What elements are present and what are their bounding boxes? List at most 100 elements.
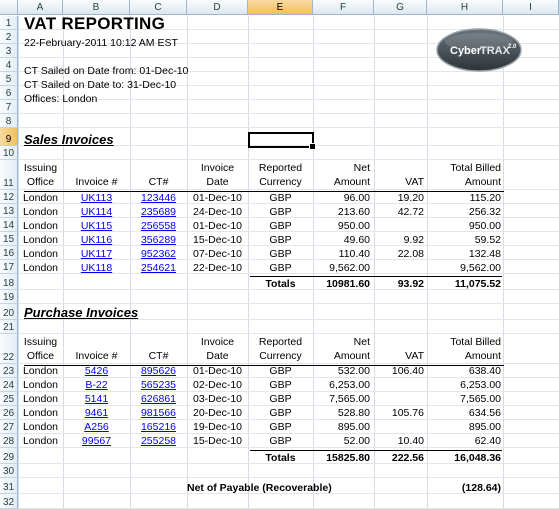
row-header[interactable]: 23 (0, 364, 18, 378)
row-header[interactable]: 32 (0, 494, 18, 509)
currency-cell: GBP (269, 206, 292, 218)
total-cell: 62.40 (474, 435, 501, 447)
net-cell: 96.00 (343, 192, 370, 204)
ct-cell[interactable]: 235689 (130, 206, 187, 219)
report-datetime: 22-February-2011 10:12 AM EST (24, 37, 178, 49)
net-cell: 49.60 (343, 234, 370, 246)
row-header[interactable]: 31 (0, 478, 18, 494)
header-date-line2: Date (206, 350, 229, 362)
column-header-a[interactable]: A (18, 0, 63, 15)
vat-cell: 10.40 (397, 435, 424, 447)
total-cell: 7,565.00 (460, 393, 501, 405)
invoice-cell[interactable]: 9461 (63, 407, 130, 420)
row-header[interactable]: 26 (0, 406, 18, 420)
ct-cell[interactable]: 165216 (130, 421, 187, 434)
row-header[interactable]: 20 (0, 304, 18, 320)
row-header[interactable]: 21 (0, 320, 18, 334)
date-from-line: CT Sailed on Date from: 01-Dec-10 (24, 65, 189, 77)
row-header[interactable]: 22 (0, 334, 18, 364)
office-cell: London (22, 393, 59, 405)
office-cell: London (22, 365, 59, 377)
date-cell: 02-Dec-10 (192, 379, 243, 391)
row-header[interactable]: 8 (0, 114, 18, 128)
invoice-cell[interactable]: 5426 (63, 365, 130, 378)
ct-cell[interactable]: 981566 (130, 407, 187, 420)
fill-handle[interactable] (309, 143, 316, 150)
row-header[interactable]: 2 (0, 30, 18, 44)
total-cell: 634.56 (468, 407, 501, 419)
invoice-cell[interactable]: UK113 (63, 192, 130, 205)
ct-cell[interactable]: 256558 (130, 220, 187, 233)
row-header[interactable]: 11 (0, 160, 18, 190)
row-header[interactable]: 30 (0, 464, 18, 478)
column-header-b[interactable]: B (63, 0, 130, 15)
invoice-cell[interactable]: B-22 (63, 379, 130, 392)
ct-cell[interactable]: 356289 (130, 234, 187, 247)
row-header[interactable]: 29 (0, 448, 18, 464)
row-header[interactable]: 3 (0, 44, 18, 58)
active-cell-e9[interactable] (248, 132, 316, 150)
invoice-cell[interactable]: A256 (63, 421, 130, 434)
date-cell: 22-Dec-10 (192, 262, 243, 274)
row-header[interactable]: 27 (0, 420, 18, 434)
vat-cell: 22.08 (397, 248, 424, 260)
vat-total: 222.56 (391, 452, 424, 464)
row-header[interactable]: 18 (0, 274, 18, 290)
net-cell: 9,562.00 (329, 262, 370, 274)
row-header[interactable]: 10 (0, 146, 18, 160)
row-header[interactable]: 28 (0, 434, 18, 448)
ct-cell[interactable]: 565235 (130, 379, 187, 392)
row-header[interactable]: 5 (0, 72, 18, 86)
column-header-c[interactable]: C (130, 0, 187, 15)
row-header[interactable]: 1 (0, 16, 18, 30)
office-cell: London (22, 234, 59, 246)
row-header[interactable]: 16 (0, 246, 18, 260)
row-header[interactable]: 12 (0, 190, 18, 204)
invoice-cell[interactable]: UK116 (63, 234, 130, 247)
row-header[interactable]: 6 (0, 86, 18, 100)
vat-cell: 106.40 (391, 365, 424, 377)
cybertrax-logo: Cyber TRAX 2.0 (436, 28, 522, 72)
invoice-cell[interactable]: 99567 (63, 435, 130, 448)
gridline-horizontal (18, 477, 559, 478)
invoice-cell[interactable]: UK117 (63, 248, 130, 261)
row-header[interactable]: 4 (0, 58, 18, 72)
header-ct-line2: CT# (148, 176, 169, 188)
row-header[interactable]: 7 (0, 100, 18, 114)
currency-cell: GBP (269, 379, 292, 391)
row-header[interactable]: 15 (0, 232, 18, 246)
ct-cell[interactable]: 895626 (130, 365, 187, 378)
row-header[interactable]: 9 (0, 128, 18, 146)
row-header[interactable]: 19 (0, 290, 18, 304)
office-cell: London (22, 248, 59, 260)
grand-total: 11,075.52 (454, 278, 501, 290)
purchase-totals-topline (250, 450, 502, 451)
net-cell: 7,565.00 (329, 393, 370, 405)
currency-cell: GBP (269, 262, 292, 274)
header-office-line2: Office (26, 350, 55, 362)
invoice-cell[interactable]: 5141 (63, 393, 130, 406)
ct-cell[interactable]: 123446 (130, 192, 187, 205)
ct-cell[interactable]: 952362 (130, 248, 187, 261)
row-header[interactable]: 17 (0, 260, 18, 274)
ct-cell[interactable]: 254621 (130, 262, 187, 275)
total-cell: 6,253.00 (460, 379, 501, 391)
invoice-cell[interactable]: UK115 (63, 220, 130, 233)
row-header[interactable]: 25 (0, 392, 18, 406)
ct-cell[interactable]: 255258 (130, 435, 187, 448)
ct-cell[interactable]: 626861 (130, 393, 187, 406)
column-header-i[interactable]: I (503, 0, 559, 15)
header-currency-line2: Currency (259, 350, 302, 362)
column-header-d[interactable]: D (187, 0, 248, 15)
row-header[interactable]: 13 (0, 204, 18, 218)
invoice-cell[interactable]: UK118 (63, 262, 130, 275)
column-header-h[interactable]: H (427, 0, 503, 15)
row-header[interactable]: 24 (0, 378, 18, 392)
row-header[interactable]: 14 (0, 218, 18, 232)
column-header-g[interactable]: G (374, 0, 427, 15)
gridline-horizontal (18, 127, 559, 128)
invoice-cell[interactable]: UK114 (63, 206, 130, 219)
column-header-e[interactable]: E (248, 0, 313, 15)
select-all-corner[interactable] (0, 0, 18, 15)
column-header-f[interactable]: F (313, 0, 374, 15)
